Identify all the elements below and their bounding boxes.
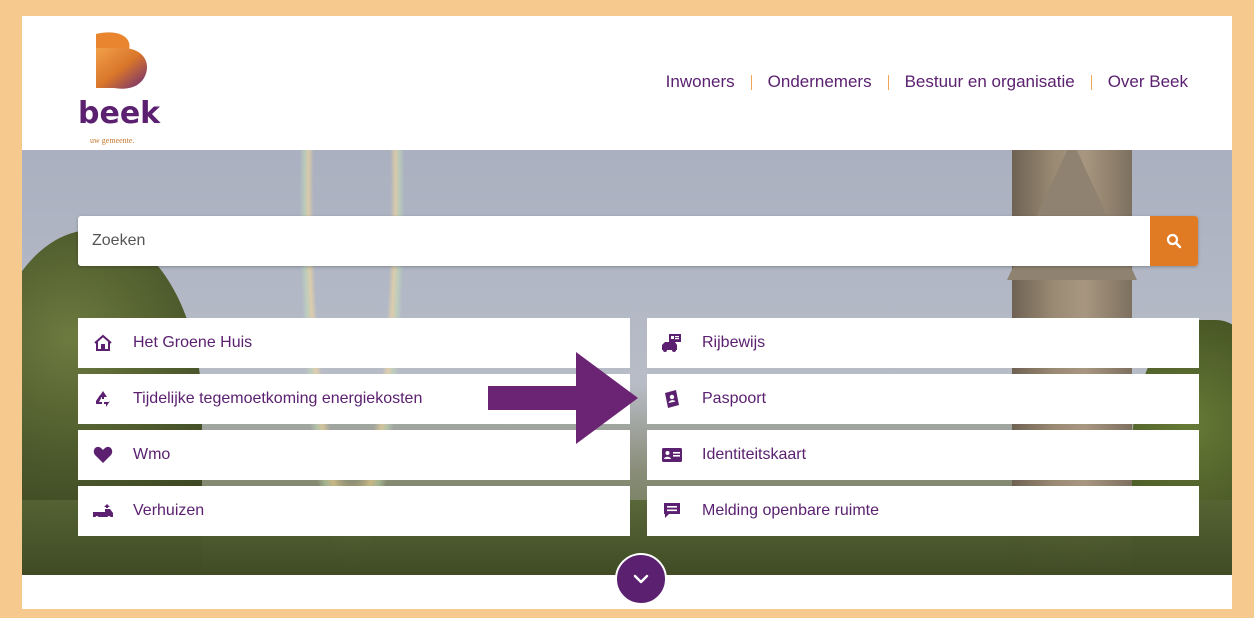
moving-truck-icon <box>92 500 114 522</box>
passport-icon <box>661 388 683 410</box>
search-icon <box>1166 233 1182 249</box>
heart-icon <box>92 444 114 466</box>
tile-label: Tijdelijke tegemoetkoming energiekosten <box>133 390 423 407</box>
nav-item-ondernemers[interactable]: Ondernemers <box>768 72 872 92</box>
tile-identiteitskaart[interactable]: Identiteitskaart <box>647 430 1199 480</box>
page-frame: beek uw gemeente. Inwoners Ondernemers B… <box>22 16 1232 609</box>
nav-separator <box>887 74 889 90</box>
nav-item-bestuur[interactable]: Bestuur en organisatie <box>905 72 1075 92</box>
house-icon <box>92 332 114 354</box>
scroll-down-button[interactable] <box>615 553 667 605</box>
id-card-icon <box>661 444 683 466</box>
search-input[interactable] <box>78 216 1166 266</box>
hero-banner: Het Groene Huis Tijdelijke tegemoetkomin… <box>22 150 1232 575</box>
chevron-down-icon <box>633 574 649 584</box>
arrow-right-icon <box>488 352 638 444</box>
logo[interactable]: beek uw gemeente. <box>74 30 184 145</box>
logo-text: beek <box>78 96 161 131</box>
tile-rijbewijs[interactable]: Rijbewijs <box>647 318 1199 368</box>
tile-melding-openbare-ruimte[interactable]: Melding openbare ruimte <box>647 486 1199 536</box>
main-nav: Inwoners Ondernemers Bestuur en organisa… <box>666 72 1188 92</box>
message-icon <box>661 500 683 522</box>
nav-separator <box>1090 74 1092 90</box>
logo-tagline: uw gemeente. <box>90 136 135 145</box>
tile-label: Paspoort <box>702 390 767 407</box>
tile-label: Verhuizen <box>133 502 205 519</box>
logo-mark-icon <box>96 32 148 89</box>
nav-separator <box>750 74 752 90</box>
tile-verhuizen[interactable]: Verhuizen <box>78 486 630 536</box>
car-license-icon <box>661 332 683 354</box>
nav-item-inwoners[interactable]: Inwoners <box>666 72 735 92</box>
search-bar <box>78 216 1198 266</box>
tile-label: Rijbewijs <box>702 334 766 351</box>
tile-label: Identiteitskaart <box>702 446 807 463</box>
nav-item-over-beek[interactable]: Over Beek <box>1108 72 1188 92</box>
site-header: beek uw gemeente. Inwoners Ondernemers B… <box>22 16 1232 150</box>
search-button[interactable] <box>1150 216 1198 266</box>
recycle-icon <box>92 388 114 410</box>
tile-label: Het Groene Huis <box>133 334 253 351</box>
tile-label: Melding openbare ruimte <box>702 502 879 519</box>
tile-label: Wmo <box>133 446 171 463</box>
tile-paspoort[interactable]: Paspoort <box>647 374 1199 424</box>
